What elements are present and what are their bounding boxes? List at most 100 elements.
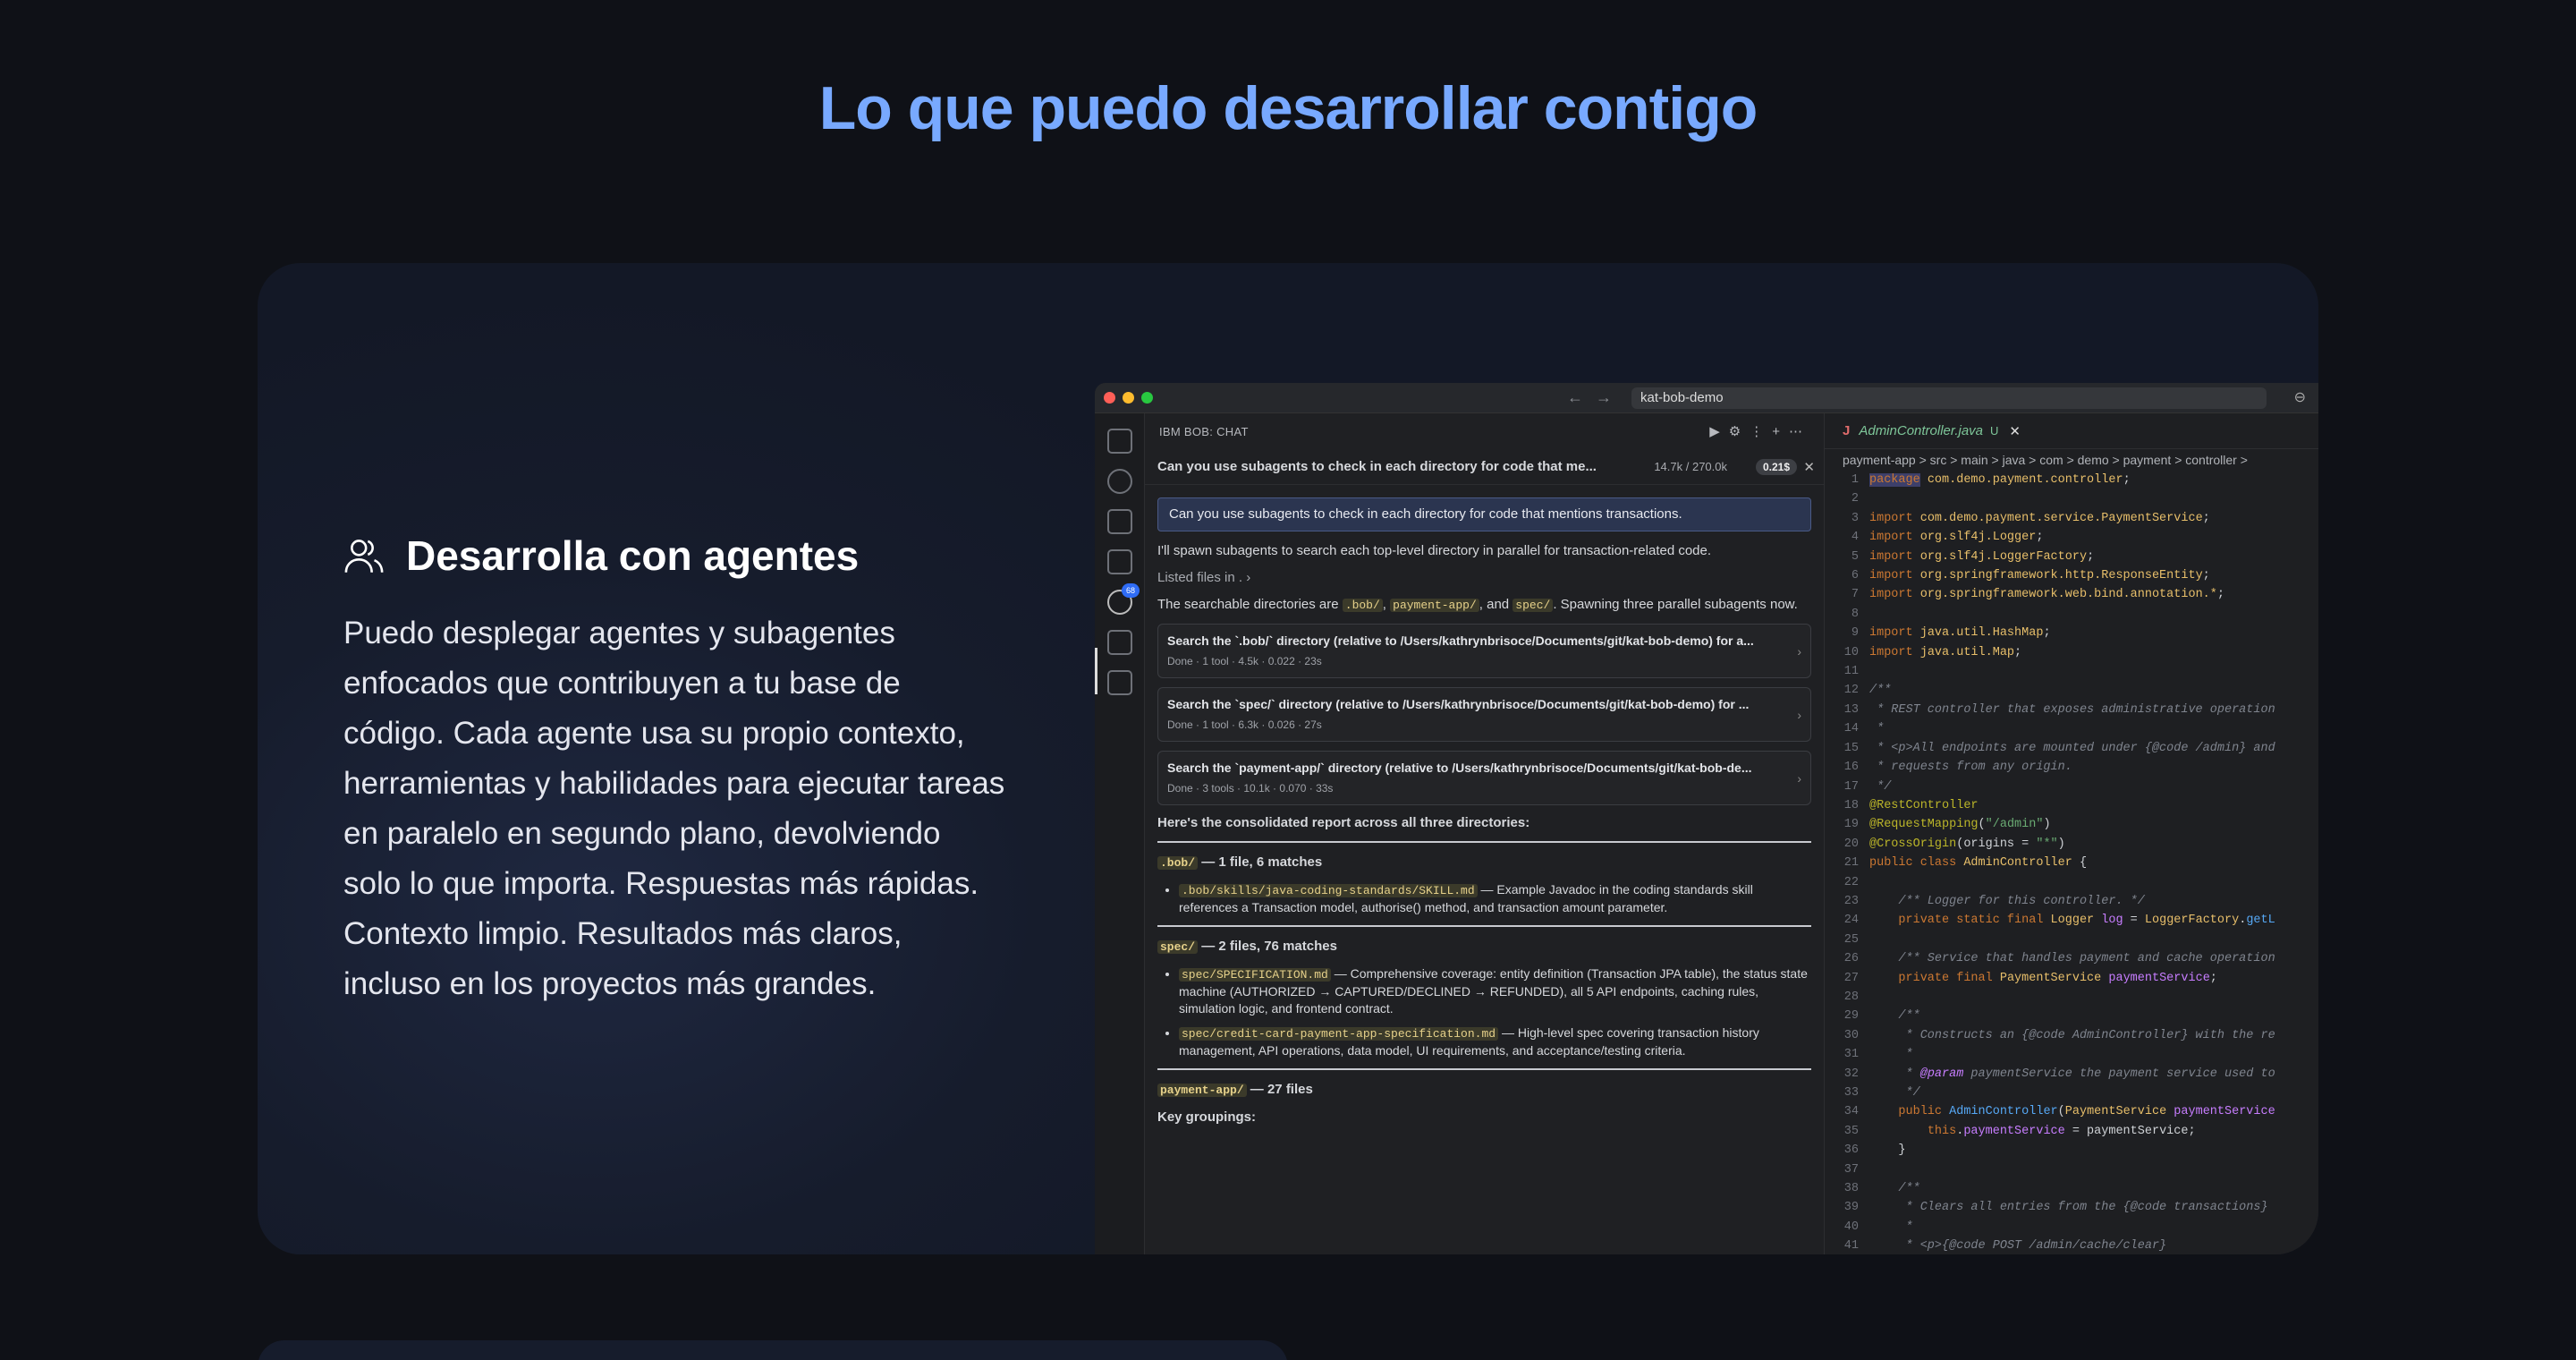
code-line: 24 private static final Logger log = Log…: [1843, 914, 2275, 928]
window-titlebar: ←→ kat-bob-demo ⊖: [1095, 383, 2318, 413]
section-count: — 2 files, 76 matches: [1201, 939, 1337, 954]
code-line: 27 private final PaymentService paymentS…: [1843, 971, 2217, 985]
code-editor: J AdminController.java U ✕ payment-app >…: [1825, 413, 2318, 1254]
code-line: 12/**: [1843, 684, 1892, 698]
activity-bar: 68: [1095, 413, 1145, 1254]
code-chip: .bob/: [1342, 599, 1383, 612]
assistant-reply: I'll spawn subagents to search each top-…: [1157, 543, 1712, 558]
feature-header: Desarrolla con agentes: [343, 531, 1005, 580]
listed-files: Listed files in . ›: [1157, 570, 1251, 585]
file-chip: spec/SPECIFICATION.md: [1179, 968, 1331, 982]
subagent-meta: Done · 1 tool · 6.3k · 0.026 · 27s: [1167, 718, 1322, 731]
task-row: Can you use subagents to check in each d…: [1145, 449, 1824, 485]
code-line: 7 import org.springframework.web.bind.ann…: [1851, 588, 2224, 602]
list-item: spec/SPECIFICATION.md — Comprehensive co…: [1179, 965, 1811, 1017]
list-item: .bob/skills/java-coding-standards/SKILL.…: [1179, 881, 1811, 916]
chat-panel: IBM BOB: CHAT ▶⚙⋮+⋯ Can you use subagent…: [1145, 413, 1825, 1254]
address-bar: kat-bob-demo: [1631, 387, 2267, 409]
chat-header: IBM BOB: CHAT ▶⚙⋮+⋯: [1145, 413, 1824, 449]
section-heading: .bob/ — 1 file, 6 matches: [1157, 854, 1811, 872]
code-line: 34 public AdminController(PaymentService…: [1843, 1105, 2275, 1119]
maximize-window-icon: [1141, 392, 1153, 404]
code-line: 26 /** Service that handles payment and …: [1843, 952, 2275, 966]
code-chip: .bob/: [1157, 856, 1199, 870]
code-line: 21 public class AdminController {: [1843, 856, 2088, 871]
code-chip: spec/: [1157, 940, 1199, 954]
minimize-window-icon: [1123, 392, 1134, 404]
active-indicator: [1095, 648, 1097, 694]
code-line: 8: [1851, 607, 1859, 621]
code-line: 4 import org.slf4j.Logger;: [1851, 531, 2044, 545]
section-list: spec/SPECIFICATION.md — Comprehensive co…: [1179, 965, 1811, 1059]
task-tokens: 14.7k / 270.0k: [1654, 460, 1727, 473]
code-line: 37: [1843, 1162, 1859, 1177]
chevron-right-icon: ›: [1797, 644, 1801, 659]
report-section-spec: spec/ — 2 files, 76 matches spec/SPECIFI…: [1157, 925, 1811, 1059]
feature-text: Desarrolla con agentes Puedo desplegar a…: [343, 531, 1005, 1009]
subagent-card: Search the `payment-app/` directory (rel…: [1157, 751, 1811, 805]
code-line: 10 import java.util.Map;: [1843, 645, 2022, 659]
key-groupings: Key groupings:: [1157, 1109, 1257, 1125]
page-title: Lo que puedo desarrollar contigo: [818, 74, 1758, 142]
next-feature-card: [258, 1340, 1288, 1360]
code-chip: payment-app/: [1157, 1084, 1247, 1097]
code-line: 23 /** Logger for this controller. */: [1843, 894, 2145, 908]
users-icon: [344, 540, 384, 573]
code-line: 3 import com.demo.payment.service.Payment…: [1851, 511, 2210, 525]
close-icon: ✕: [1803, 459, 1815, 475]
code-line: 30 * Constructs an {@code AdminControlle…: [1843, 1028, 2275, 1042]
nav-arrows-icon: ←→: [1567, 388, 1624, 406]
tab-status: U: [1990, 424, 1999, 438]
code-line: 14 *: [1843, 722, 1885, 736]
java-file-icon: J: [1843, 423, 1851, 438]
close-tab-icon: ✕: [2009, 423, 2021, 439]
close-window-icon: [1104, 392, 1115, 404]
code-line: 15 * <p>All endpoints are mounted under …: [1843, 741, 2275, 755]
feature-title: Desarrolla con agentes: [406, 532, 860, 579]
breadcrumb: payment-app > src > main > java > com > …: [1843, 453, 2248, 467]
task-cost: 0.21$: [1755, 458, 1797, 475]
code-chip: spec/: [1513, 599, 1554, 612]
code-line: 13 * REST controller that exposes admini…: [1843, 702, 2275, 717]
subagent-meta: Done · 3 tools · 10.1k · 0.070 · 33s: [1167, 782, 1334, 795]
reply-text: The searchable directories are: [1157, 597, 1339, 612]
chevron-right-icon: ›: [1797, 771, 1801, 786]
code-line: 28: [1843, 990, 1859, 1004]
code-line: 22: [1843, 875, 1859, 889]
code-line: 1 package com.demo.payment.controller;: [1851, 473, 2131, 487]
report-section-bob: .bob/ — 1 file, 6 matches .bob/skills/ja…: [1157, 841, 1811, 916]
code-line: 39 * Clears all entries from the {@code …: [1843, 1201, 2268, 1215]
search-icon: [1106, 469, 1132, 494]
subagent-meta: Done · 1 tool · 4.5k · 0.022 · 23s: [1167, 655, 1322, 667]
code-line: 40 *: [1843, 1220, 1913, 1234]
user-message: Can you use subagents to check in each d…: [1157, 497, 1811, 531]
code-line: 38 /**: [1843, 1182, 1920, 1196]
code-line: 16 * requests from any origin.: [1843, 761, 2072, 775]
editor-tab: J AdminController.java U ✕: [1825, 413, 2318, 449]
source-control-icon: [1106, 509, 1132, 534]
code-chip: payment-app/: [1390, 599, 1479, 612]
section-count: — 27 files: [1250, 1082, 1313, 1097]
section-count: — 1 file, 6 matches: [1201, 854, 1323, 870]
code-line: 31 *: [1843, 1048, 1913, 1062]
code-lines: 1 package com.demo.payment.controller; 2 …: [1825, 471, 2318, 1254]
code-line: 18 @RestController: [1843, 798, 1979, 812]
code-line: 19 @RequestMapping("/admin"): [1843, 818, 2051, 832]
chat-actions-icon: ▶⚙⋮+⋯: [1709, 424, 1811, 439]
section-heading: spec/ — 2 files, 76 matches: [1157, 938, 1811, 956]
code-line: 6 import org.springframework.http.Respons…: [1851, 569, 2210, 583]
explorer-icon: [1106, 429, 1132, 454]
subagent-card: Search the `.bob/` directory (relative t…: [1157, 624, 1811, 678]
code-line: 29 /**: [1843, 1009, 1920, 1024]
task-text: Can you use subagents to check in each d…: [1157, 459, 1597, 474]
ide-screenshot: ←→ kat-bob-demo ⊖ 68 IBM BOB: CHAT ▶⚙⋮+⋯…: [1095, 383, 2318, 1254]
code-line: 11: [1843, 665, 1859, 679]
subagent-title: Search the `payment-app/` directory (rel…: [1167, 761, 1752, 775]
chat-body: Can you use subagents to check in each d…: [1145, 485, 1824, 1126]
code-line: 17 */: [1843, 779, 1892, 794]
subagent-card: Search the `spec/` directory (relative t…: [1157, 687, 1811, 742]
report-section-payment: payment-app/ — 27 files Key groupings:: [1157, 1068, 1811, 1126]
assistant-reply-dirs: The searchable directories are .bob/, pa…: [1157, 597, 1798, 612]
reply-text: . Spawning three parallel subagents now.: [1553, 597, 1798, 612]
source-control-badge: 68: [1122, 583, 1140, 598]
